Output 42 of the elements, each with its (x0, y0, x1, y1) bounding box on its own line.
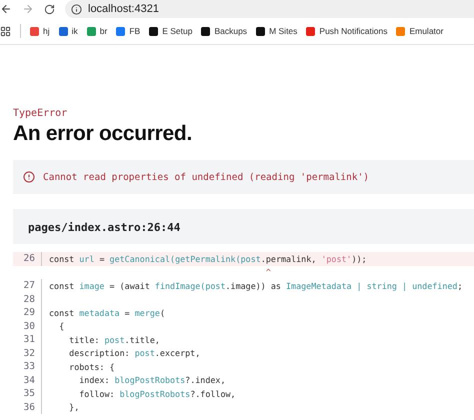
error-message: Cannot read properties of undefined (reading 'permalink') (43, 172, 370, 182)
bookmark[interactable]: ik (58, 26, 78, 36)
line-number: 30 (13, 320, 42, 333)
bookmark[interactable]: hj (30, 26, 50, 36)
bookmark[interactable]: Emulator (396, 26, 444, 36)
code-line: index: blogPostRobots?.index, (78, 375, 226, 386)
apps-grid-icon[interactable] (0, 26, 11, 36)
url-text: localhost:4321 (88, 3, 159, 15)
line-number: 32 (13, 346, 42, 360)
address-bar[interactable]: localhost:4321 (65, 0, 474, 18)
code-line: const url = getCanonical(getPermalink(post.permalink, 'post')); (48, 254, 367, 264)
code-line: const image = (await findImage(post.image)) as ImageMetadata | string | undefined; (48, 280, 462, 291)
code-line: description: post.excerpt, (68, 348, 200, 358)
code-line: }, (68, 402, 80, 412)
line-number: 33 (13, 360, 42, 374)
reload-icon[interactable] (44, 4, 55, 14)
line-number: 26 (13, 252, 42, 266)
error-heading: An error occurred. (13, 122, 193, 146)
info-icon (71, 4, 82, 14)
code-line: follow: blogPostRobots?.follow, (78, 388, 236, 399)
line-number: 35 (13, 387, 42, 400)
error-caret: ^ (264, 267, 271, 278)
line-number: 34 (13, 374, 42, 387)
file-location: pages/index.astro:26:44 (27, 220, 182, 236)
bookmark[interactable]: M Sites (256, 26, 298, 36)
error-type: TypeError (13, 108, 68, 119)
line-number: 36 (13, 400, 42, 414)
bookmark[interactable]: br (86, 26, 108, 36)
bookmark[interactable]: Backups (201, 26, 248, 36)
line-number: 27 (13, 279, 42, 292)
code-line: title: post.title, (68, 334, 160, 345)
line-number: 31 (13, 333, 42, 346)
line-number: 29 (13, 306, 42, 320)
bookmark[interactable]: E Setup (149, 26, 192, 36)
back-icon[interactable] (0, 3, 12, 15)
code-line: { (58, 321, 64, 332)
line-number: 28 (13, 292, 42, 306)
code-line: robots: { (68, 362, 115, 372)
bookmark[interactable]: Push Notifications (306, 26, 388, 36)
bookmark[interactable]: FB (116, 26, 140, 36)
alert-icon (23, 171, 35, 183)
code-line: const metadata = merge( (48, 308, 166, 318)
